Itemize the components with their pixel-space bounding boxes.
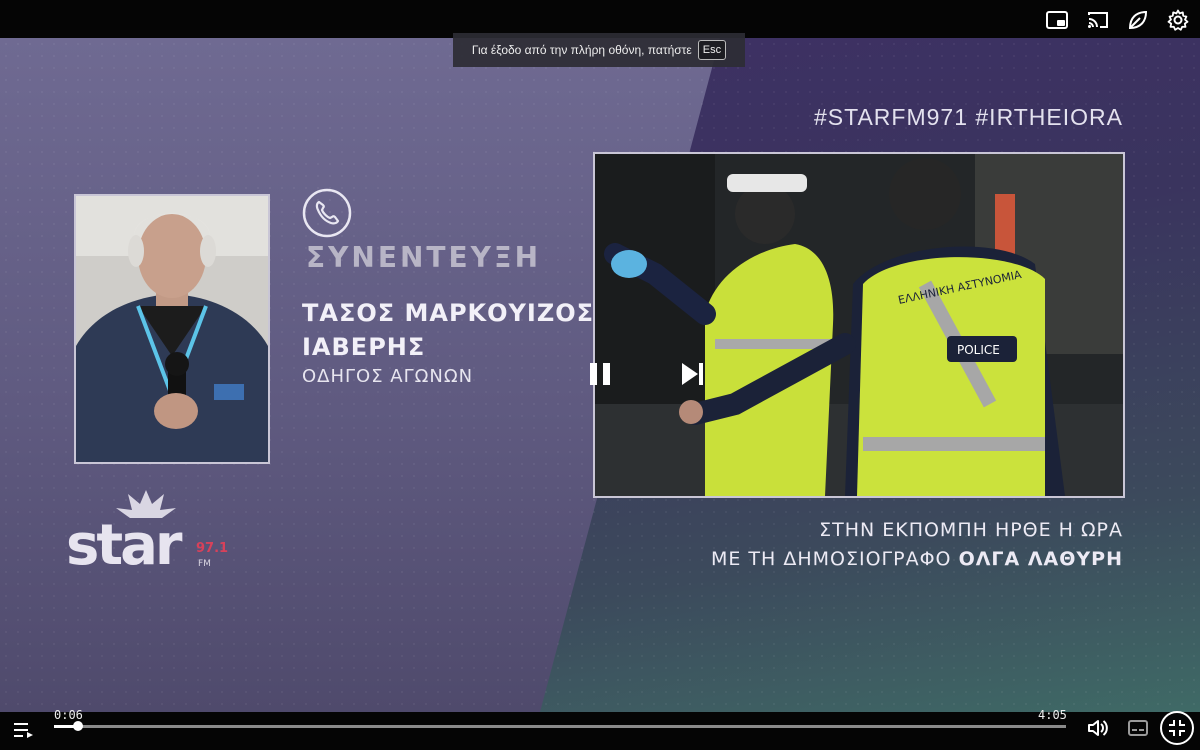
interview-label: ΣΥΝΕΝΤΕΥΞΗ bbox=[306, 241, 542, 274]
fullscreen-exit-toast: Για έξοδο από την πλήρη οθόνη, πατήστε E… bbox=[453, 33, 745, 67]
pause-button[interactable] bbox=[584, 358, 616, 390]
subtitles-icon[interactable] bbox=[1124, 714, 1152, 742]
guest-role: ΟΔΗΓΟΣ ΑΓΩΝΩΝ bbox=[302, 366, 474, 387]
bottom-control-bar bbox=[0, 712, 1200, 750]
progress-bar[interactable] bbox=[54, 721, 1066, 731]
next-button[interactable] bbox=[676, 358, 708, 390]
center-controls bbox=[584, 358, 708, 390]
guest-name-line1: ΤΑΣΟΣ ΜΑΡΚΟΥΙΖΟΣ bbox=[302, 299, 595, 327]
duration-time: 4:05 bbox=[1038, 708, 1067, 722]
video-frame[interactable]: #STARFM971 #IRTHEIORA ΣΥΝΕΝΤΕΥΞΗ ΤΑΣΟΣ Μ… bbox=[0, 38, 1200, 712]
cast-icon[interactable] bbox=[1086, 8, 1110, 32]
star-fm-logo: star 97.1 FM bbox=[64, 486, 234, 580]
miniplayer-icon[interactable] bbox=[1045, 8, 1069, 32]
leaf-icon[interactable] bbox=[1126, 8, 1150, 32]
hashtag-text: #STARFM971 #IRTHEIORA bbox=[813, 104, 1123, 130]
logo-frequency: 97.1 bbox=[196, 541, 228, 556]
police-badge-text: POLICE bbox=[957, 343, 1000, 357]
guest-name: ΤΑΣΟΣ ΜΑΡΚΟΥΙΖΟΣ ΙΑΒΕΡΗΣ bbox=[302, 296, 594, 364]
promo-text: ΣΤΗΝ ΕΚΠΟΜΠΗ ΗΡΘΕ Η ΩΡΑ ΜΕ ΤΗ ΔΗΜΟΣΙΟΓΡΑ… bbox=[711, 516, 1123, 574]
promo-line2-prefix: ΜΕ ΤΗ ΔΗΜΟΣΙΟΓΡΑΦΟ bbox=[710, 548, 952, 570]
phone-icon bbox=[302, 188, 352, 242]
guest-photo bbox=[74, 194, 270, 464]
esc-key-badge: Esc bbox=[697, 40, 727, 60]
exit-fullscreen-icon bbox=[1169, 720, 1185, 736]
current-time: 0:06 bbox=[54, 708, 83, 722]
logo-fm: FM bbox=[198, 559, 211, 569]
exit-fullscreen-button[interactable] bbox=[1160, 711, 1194, 745]
promo-journalist-name: ΟΛΓΑ ΛΑΘΥΡΗ bbox=[958, 548, 1123, 570]
guest-name-line2: ΙΑΒΕΡΗΣ bbox=[302, 333, 426, 361]
logo-wordmark: star bbox=[66, 513, 183, 576]
promo-line1: ΣΤΗΝ ΕΚΠΟΜΠΗ ΗΡΘΕ Η ΩΡΑ bbox=[819, 519, 1123, 541]
promo-line2: ΜΕ ΤΗ ΔΗΜΟΣΙΟΓΡΑΦΟ ΟΛΓΑ ΛΑΘΥΡΗ bbox=[711, 545, 1123, 574]
volume-icon[interactable] bbox=[1084, 714, 1112, 742]
playlist-queue-icon[interactable] bbox=[10, 716, 38, 744]
news-photo: POLICE ΕΛΛΗΝΙΚΗ ΑΣΤΥΝΟΜΙΑ bbox=[593, 152, 1125, 498]
settings-gear-icon[interactable] bbox=[1166, 8, 1190, 32]
toast-message: Για έξοδο από την πλήρη οθόνη, πατήστε bbox=[471, 43, 692, 57]
